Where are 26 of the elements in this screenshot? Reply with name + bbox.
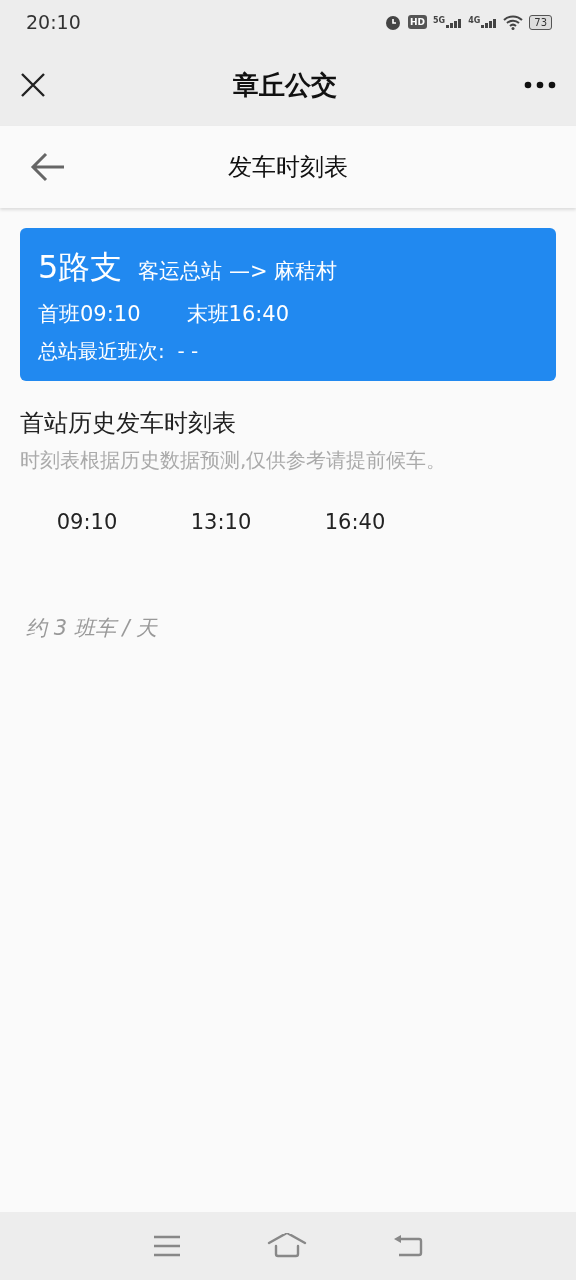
close-icon[interactable] bbox=[20, 72, 46, 98]
signal-indicator: 5G bbox=[433, 16, 463, 28]
wifi-icon bbox=[503, 14, 524, 30]
alarm-icon bbox=[383, 13, 402, 31]
hd-badge: HD bbox=[407, 15, 427, 29]
departure-time: 13:10 bbox=[190, 510, 252, 534]
status-time: 20:10 bbox=[26, 11, 81, 33]
departure-time: 16:40 bbox=[324, 510, 386, 534]
section-title: 首站历史发车时刻表 bbox=[20, 408, 237, 439]
home-icon[interactable] bbox=[267, 1233, 307, 1259]
latest-departure: 总站最近班次: - - bbox=[38, 338, 200, 365]
first-bus-time: 首班09:10 bbox=[38, 301, 141, 328]
back-nav-icon[interactable] bbox=[393, 1234, 423, 1258]
more-icon[interactable] bbox=[524, 81, 556, 89]
window-title: 章丘公交 bbox=[233, 68, 337, 102]
schedule-note: 时刻表根据历史数据预测,仅供参考请提前候车。 bbox=[20, 447, 448, 474]
menu-icon[interactable] bbox=[153, 1235, 181, 1257]
last-bus-time: 末班16:40 bbox=[186, 301, 290, 328]
page-title: 发车时刻表 bbox=[228, 152, 348, 183]
departure-time: 09:10 bbox=[56, 510, 118, 534]
signal-indicator: 4G bbox=[468, 16, 498, 28]
route-direction: 客运总站 —> 麻秸村 bbox=[138, 258, 338, 285]
trips-per-day: 约 3 班车 / 天 bbox=[20, 614, 556, 642]
battery-level: 73 bbox=[529, 14, 552, 30]
back-icon[interactable] bbox=[30, 152, 66, 182]
route-name: 5路支 bbox=[38, 247, 123, 288]
